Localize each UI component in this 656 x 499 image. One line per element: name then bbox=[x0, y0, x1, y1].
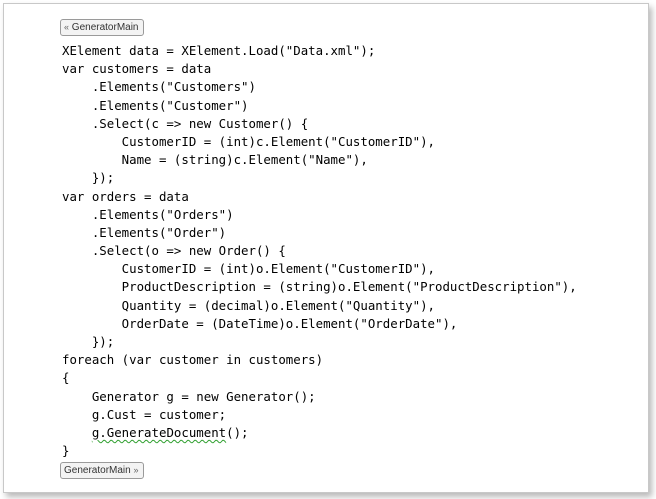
code-error-squiggle: g.GenerateDocument bbox=[91, 424, 227, 440]
code-token: CustomerID = (int)o.Element("CustomerID"… bbox=[62, 261, 435, 277]
code-token: var orders = data bbox=[62, 188, 189, 204]
code-line: CustomerID = (int)o.Element("CustomerID"… bbox=[62, 260, 577, 278]
code-token: var customers = data bbox=[62, 61, 212, 77]
code-line: Generator g = new Generator(); bbox=[62, 388, 577, 406]
code-line: .Elements("Orders") bbox=[62, 206, 577, 224]
code-line: OrderDate = (DateTime)o.Element("OrderDa… bbox=[62, 315, 577, 333]
code-token: (); bbox=[226, 424, 249, 440]
code-token: .Select(o => new Order() { bbox=[62, 243, 286, 259]
code-line: .Elements("Order") bbox=[62, 224, 577, 242]
code-token: .Elements("Orders") bbox=[62, 206, 234, 222]
code-token: Name = (string)c.Element("Name"), bbox=[62, 152, 368, 168]
code-line: }); bbox=[62, 333, 577, 351]
code-line: ProductDescription = (string)o.Element("… bbox=[62, 278, 577, 296]
code-token: XElement data = XElement.Load("Data.xml"… bbox=[62, 43, 376, 58]
code-token: OrderDate = (DateTime)o.Element("OrderDa… bbox=[62, 315, 458, 331]
snippet-end-label: GeneratorMain bbox=[64, 465, 131, 476]
code-line: var orders = data bbox=[62, 188, 577, 206]
code-line: { bbox=[62, 369, 577, 387]
code-line: Name = (string)c.Element("Name"), bbox=[62, 151, 577, 169]
code-token: foreach (var customer in customers) bbox=[62, 352, 324, 368]
snippet-start-label: GeneratorMain bbox=[71, 22, 139, 33]
code-line: } bbox=[62, 442, 577, 460]
code-token: .Select(c => new Customer() { bbox=[62, 115, 309, 131]
code-token: Generator g = new Generator(); bbox=[62, 388, 316, 404]
code-token: } bbox=[62, 443, 70, 459]
code-line: .Elements("Customers") bbox=[62, 78, 577, 96]
code-line: .Elements("Customer") bbox=[62, 97, 577, 115]
code-line: g.Cust = customer; bbox=[62, 406, 577, 424]
code-line: g.GenerateDocument(); bbox=[62, 424, 577, 442]
code-line: Quantity = (decimal)o.Element("Quantity"… bbox=[62, 297, 577, 315]
code-token: ProductDescription = (string)o.Element("… bbox=[62, 279, 577, 295]
snippet-end-tag[interactable]: GeneratorMain » bbox=[60, 462, 144, 479]
code-line: CustomerID = (int)c.Element("CustomerID"… bbox=[62, 133, 577, 151]
code-token: .Elements("Customer") bbox=[62, 97, 249, 113]
code-token: }); bbox=[62, 170, 115, 186]
double-chevron-right-icon: » bbox=[133, 465, 139, 475]
code-line: .Select(o => new Order() { bbox=[62, 242, 577, 260]
code-token: { bbox=[62, 370, 70, 386]
code-token: .Elements("Customers") bbox=[62, 79, 256, 95]
screenshot-frame: « GeneratorMain XElement data = XElement… bbox=[3, 3, 649, 493]
code-token: CustomerID = (int)c.Element("CustomerID"… bbox=[62, 133, 435, 149]
code-token: g.Cust = customer; bbox=[62, 406, 227, 422]
code-token: Quantity = (decimal)o.Element("Quantity"… bbox=[62, 297, 435, 313]
code-line: foreach (var customer in customers) bbox=[62, 351, 577, 369]
code-line: var customers = data bbox=[62, 60, 577, 78]
code-line: XElement data = XElement.Load("Data.xml"… bbox=[62, 42, 577, 60]
snippet-start-tag[interactable]: « GeneratorMain bbox=[60, 19, 144, 36]
double-chevron-left-icon: « bbox=[64, 22, 70, 32]
code-token: }); bbox=[62, 334, 115, 349]
code-token: .Elements("Order") bbox=[62, 224, 227, 240]
code-editor[interactable]: XElement data = XElement.Load("Data.xml"… bbox=[62, 42, 577, 460]
code-line: }); bbox=[62, 169, 577, 187]
code-line: .Select(c => new Customer() { bbox=[62, 115, 577, 133]
